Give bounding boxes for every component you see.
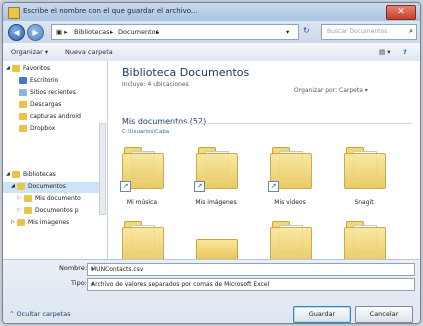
folder-mis-videos[interactable]: ↗ Mis videos bbox=[268, 147, 312, 206]
library-includes-link[interactable]: Incluye: 4 ubicaciones bbox=[122, 81, 189, 88]
sidebar-item-sitios-recientes[interactable]: Sitios recientes bbox=[3, 88, 106, 99]
folder-label: Mis imágenes bbox=[195, 199, 237, 206]
window-title: Escribe el nombre con el que guardar el … bbox=[23, 7, 198, 15]
file-type-select[interactable]: Archivo de valores separados por comas d… bbox=[87, 278, 415, 291]
library-title: Biblioteca Documentos bbox=[122, 66, 250, 79]
star-icon bbox=[12, 65, 20, 72]
expand-icon[interactable]: ▷ bbox=[17, 195, 21, 201]
save-dialog: Escribe el nombre con el que guardar el … bbox=[2, 2, 421, 324]
folder-mis-imagenes[interactable]: ↗ Mis imágenes bbox=[194, 147, 238, 206]
sidebar-item-escritorio[interactable]: Escritorio bbox=[3, 76, 106, 87]
file-name-input[interactable]: MUNContacts.csv ▾ bbox=[87, 263, 415, 276]
sidebar-item-descargas[interactable]: Descargas bbox=[3, 100, 106, 111]
address-bar[interactable]: ▣ ▸ Bibliotecas ▸ Documentos ▸ ▾ bbox=[51, 24, 299, 40]
organize-button[interactable]: Organizar ▾ bbox=[11, 48, 48, 56]
section-path: C:\Usuarios\Caba bbox=[122, 129, 170, 135]
file-list-pane: Biblioteca Documentos Incluye: 4 ubicaci… bbox=[108, 61, 420, 259]
folder-icon bbox=[344, 153, 386, 189]
folder-icon: ▣ ▸ bbox=[56, 28, 68, 36]
section-header[interactable]: Mis documentos (52) bbox=[122, 117, 206, 126]
refresh-icon[interactable]: ↻ bbox=[303, 26, 310, 35]
cancel-button[interactable]: Cancelar bbox=[355, 306, 413, 323]
search-input[interactable]: Buscar Documentos ⌕ bbox=[321, 24, 417, 40]
folder-label: Snagit bbox=[354, 199, 374, 206]
save-options-panel: Nombre: MUNContacts.csv ▾ Tipo: Archivo … bbox=[3, 259, 420, 323]
chevron-up-icon: ⌃ bbox=[9, 310, 17, 318]
pictures-icon bbox=[17, 219, 25, 226]
folder-icon bbox=[270, 227, 312, 259]
download-icon bbox=[19, 101, 27, 108]
section-divider bbox=[176, 123, 412, 124]
sidebar-scrollbar[interactable] bbox=[99, 123, 106, 215]
help-icon[interactable]: ? bbox=[403, 48, 407, 56]
folder-icon bbox=[122, 227, 164, 259]
expand-icon[interactable]: ◢ bbox=[11, 183, 15, 189]
save-button[interactable]: Guardar bbox=[293, 306, 351, 323]
folder-icon bbox=[19, 113, 27, 120]
folder-mi-musica[interactable]: ↗ Mi música bbox=[120, 147, 164, 206]
folder-item[interactable] bbox=[196, 235, 238, 259]
file-type-label: Tipo: bbox=[71, 279, 87, 287]
folder-label: Mis videos bbox=[274, 199, 306, 206]
new-folder-button[interactable]: Nueva carpeta bbox=[65, 48, 113, 56]
folder-icon bbox=[24, 207, 32, 214]
folder-icon bbox=[24, 195, 32, 202]
expand-icon[interactable]: ▷ bbox=[11, 219, 15, 225]
sidebar-item-bibliotecas[interactable]: ◢ Bibliotecas bbox=[3, 170, 106, 181]
search-icon: ⌕ bbox=[409, 27, 413, 35]
shortcut-arrow-icon: ↗ bbox=[120, 181, 131, 192]
folder-icon bbox=[344, 227, 386, 259]
folder-icon bbox=[196, 239, 238, 259]
folder-snagit[interactable]: Snagit bbox=[344, 147, 386, 206]
app-icon bbox=[8, 7, 20, 19]
navigation-pane: ◢ Favoritos Escritorio Sitios recientes … bbox=[3, 61, 108, 259]
expand-icon[interactable]: ◢ bbox=[6, 65, 10, 71]
navigation-bar: ◀ ▶ ▣ ▸ Bibliotecas ▸ Documentos ▸ ▾ ↻ B… bbox=[3, 21, 420, 43]
documents-icon bbox=[17, 183, 25, 190]
chevron-down-icon[interactable]: ▾ bbox=[91, 279, 412, 290]
sidebar-item-capturas-android[interactable]: capturas android bbox=[3, 112, 106, 123]
shortcut-arrow-icon: ↗ bbox=[268, 181, 279, 192]
sidebar-item-documentos[interactable]: ◢ Documentos bbox=[3, 182, 106, 193]
back-button[interactable]: ◀ bbox=[8, 24, 25, 41]
desktop-icon bbox=[19, 77, 27, 84]
arrange-by-dropdown[interactable]: Organizar por: Carpeta ▾ bbox=[294, 87, 368, 94]
sidebar-item-mis-imagenes[interactable]: ▷ Mis imagenes bbox=[3, 218, 106, 229]
hide-folders-toggle[interactable]: ⌃ Ocultar carpetas bbox=[9, 310, 71, 318]
folder-item[interactable] bbox=[344, 221, 386, 259]
sidebar-item-dropbox[interactable]: Dropbox bbox=[3, 124, 106, 135]
sidebar-item-documentos-publicos[interactable]: ▷ Documentos p bbox=[3, 206, 106, 217]
shortcut-arrow-icon: ↗ bbox=[194, 181, 205, 192]
breadcrumb-separator-icon: ▸ bbox=[156, 28, 160, 36]
title-bar: Escribe el nombre con el que guardar el … bbox=[3, 3, 420, 21]
forward-button[interactable]: ▶ bbox=[27, 24, 44, 41]
breadcrumb-separator-icon: ▸ bbox=[110, 28, 114, 36]
view-options-icon[interactable]: ▤ ▾ bbox=[379, 48, 390, 56]
library-icon bbox=[12, 171, 20, 178]
breadcrumb-bibliotecas[interactable]: Bibliotecas bbox=[74, 28, 109, 36]
chevron-down-icon[interactable]: ▾ bbox=[91, 264, 412, 275]
sidebar-item-mis-documentos[interactable]: ▷ Mis documento bbox=[3, 194, 106, 205]
file-name-label: Nombre: bbox=[59, 264, 88, 272]
breadcrumb-documentos[interactable]: Documentos bbox=[118, 28, 159, 36]
dropbox-icon bbox=[19, 125, 27, 132]
folder-label: Mi música bbox=[126, 199, 158, 206]
recent-icon bbox=[19, 89, 27, 96]
expand-icon[interactable]: ▷ bbox=[17, 207, 21, 213]
command-bar: Organizar ▾ Nueva carpeta ▤ ▾ ? bbox=[3, 43, 420, 62]
sidebar-item-favoritos[interactable]: ◢ Favoritos bbox=[3, 64, 106, 75]
folder-item[interactable] bbox=[270, 221, 312, 259]
close-button[interactable]: ✕ bbox=[386, 5, 416, 20]
expand-icon[interactable]: ◢ bbox=[6, 171, 10, 177]
folder-item[interactable] bbox=[122, 221, 164, 259]
address-dropdown-icon[interactable]: ▾ bbox=[286, 28, 289, 36]
